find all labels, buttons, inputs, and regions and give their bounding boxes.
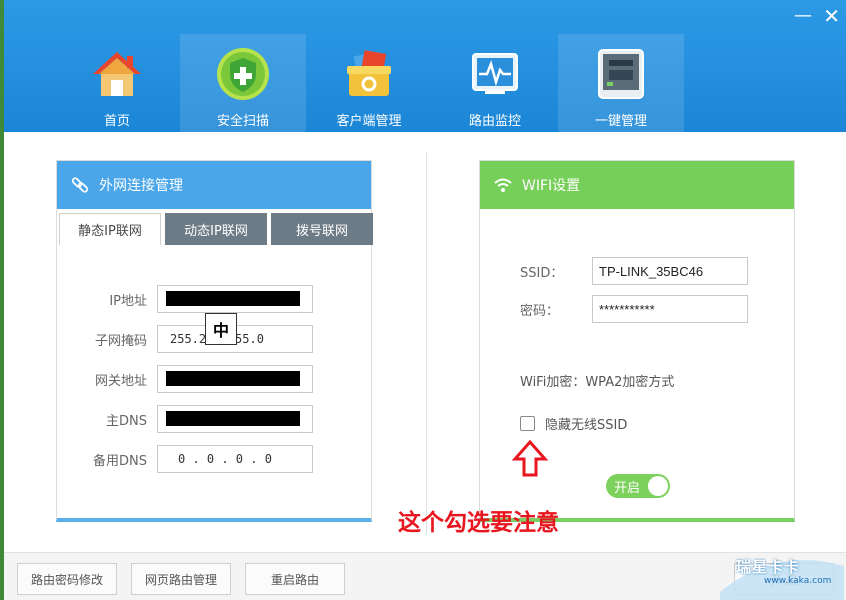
ssid-label: SSID： (520, 265, 564, 281)
ip-address-label: IP地址 (109, 293, 147, 309)
hide-ssid-checkbox[interactable] (520, 416, 535, 431)
reboot-router-button[interactable]: 重启路由 (245, 563, 345, 595)
toggle-knob (648, 476, 668, 496)
password-input[interactable]: *********** (592, 295, 748, 323)
app-window: — ✕ 首页 安全扫描 客户端管理 路由监控 一键管理 外网连接管理 静态IP联… (4, 0, 846, 600)
monitor-pulse-icon (472, 53, 518, 94)
tab-dialup[interactable]: 拨号联网 (271, 213, 373, 245)
ssid-input[interactable]: TP-LINK_35BC46 (592, 257, 748, 285)
encryption-value: WPA2加密方式 (585, 375, 675, 390)
encryption-row: WiFi加密： WPA2加密方式 (520, 371, 674, 390)
router-device-icon (598, 49, 644, 99)
hide-ssid-row: 隐藏无线SSID (520, 414, 627, 433)
nav-item-route-monitor[interactable]: 路由监控 (432, 34, 558, 132)
tab-dynamic-ip[interactable]: 动态IP联网 (165, 213, 267, 245)
wan-panel-header: 外网连接管理 (57, 161, 371, 209)
nav-item-security-scan[interactable]: 安全扫描 (180, 34, 306, 132)
nav-label: 安全扫描 (216, 114, 269, 129)
change-router-password-button[interactable]: 路由密码修改 (17, 563, 117, 595)
wifi-toggle-label: 开启 (614, 480, 641, 496)
wifi-panel-title: WIFI设置 (522, 178, 581, 194)
ip-address-row: IP地址 (57, 285, 313, 313)
wifi-panel-header: WIFI设置 (480, 161, 794, 209)
gateway-input[interactable] (157, 365, 313, 393)
redaction-bar (166, 371, 300, 386)
secondary-dns-value: 0 . 0 . 0 . 0 (178, 452, 272, 466)
home-icon (93, 52, 141, 96)
nav-label: 首页 (103, 114, 130, 129)
wifi-icon (494, 178, 512, 192)
redaction-bar (166, 411, 300, 426)
close-button[interactable]: ✕ (823, 6, 840, 26)
watermark: 瑞星卡卡 www.kaka.com (716, 552, 846, 600)
hide-ssid-label: 隐藏无线SSID (545, 418, 628, 433)
password-row: 密码： *********** (480, 295, 748, 323)
web-router-management-button[interactable]: 网页路由管理 (131, 563, 231, 595)
secondary-dns-label: 备用DNS (93, 453, 147, 469)
annotation-arrow-icon (512, 440, 548, 477)
password-label: 密码： (520, 303, 560, 319)
subnet-mask-label: 子网掩码 (94, 333, 147, 349)
minimize-button[interactable]: — (794, 6, 812, 26)
encryption-label: WiFi加密： (520, 375, 586, 390)
secondary-dns-input[interactable]: 0 . 0 . 0 . 0 (157, 445, 313, 473)
nav-item-client-management[interactable]: 客户端管理 (306, 34, 432, 132)
nav-label: 一键管理 (594, 114, 647, 129)
watermark-text: 瑞星卡卡 (736, 558, 801, 576)
watermark-url: www.kaka.com (764, 576, 832, 586)
gateway-row: 网关地址 (57, 365, 313, 393)
wan-tabs: 静态IP联网 动态IP联网 拨号联网 (59, 213, 377, 245)
primary-dns-label: 主DNS (106, 413, 147, 429)
wan-panel: 外网连接管理 静态IP联网 动态IP联网 拨号联网 IP地址 子网掩码 255.… (56, 160, 373, 522)
panel-divider (426, 152, 427, 537)
primary-dns-row: 主DNS (57, 405, 313, 433)
annotation-text: 这个勾选要注意 (398, 510, 559, 536)
gateway-label: 网关地址 (94, 373, 147, 389)
subnet-mask-row: 子网掩码 255.255.255.0 (57, 325, 313, 353)
nav-label: 路由监控 (468, 114, 521, 129)
secondary-dns-row: 备用DNS 0 . 0 . 0 . 0 (57, 445, 313, 473)
header-bar: — ✕ 首页 安全扫描 客户端管理 路由监控 一键管理 (4, 0, 846, 132)
ime-indicator: 中 (205, 313, 237, 345)
link-icon (71, 177, 89, 193)
wifi-toggle[interactable]: 开启 (606, 474, 670, 498)
shield-plus-icon (217, 48, 269, 100)
ip-address-input[interactable] (157, 285, 313, 313)
tab-static-ip[interactable]: 静态IP联网 (59, 213, 161, 245)
primary-dns-input[interactable] (157, 405, 313, 433)
redaction-bar (166, 291, 300, 306)
nav-item-one-click-management[interactable]: 一键管理 (558, 34, 684, 132)
nav-label: 客户端管理 (336, 114, 402, 129)
wan-panel-title: 外网连接管理 (99, 178, 183, 194)
nav-item-home[interactable]: 首页 (54, 34, 180, 132)
ssid-row: SSID： TP-LINK_35BC46 (480, 257, 748, 285)
client-box-icon (347, 50, 391, 96)
main-nav: 首页 安全扫描 客户端管理 路由监控 一键管理 (54, 34, 684, 132)
